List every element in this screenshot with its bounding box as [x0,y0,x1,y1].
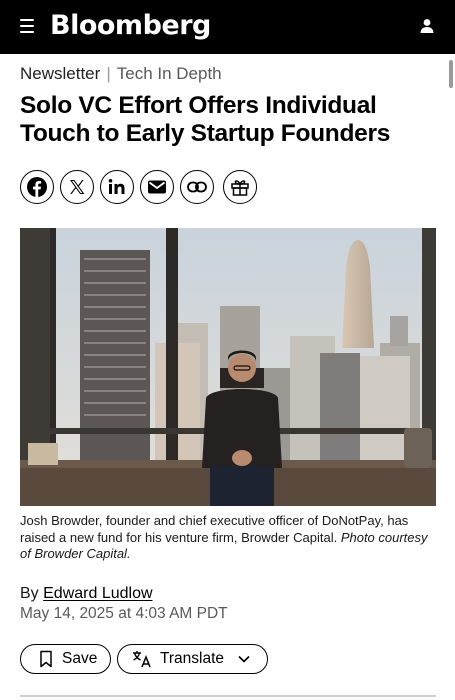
linkedin-icon [108,179,125,194]
kicker-separator: | [106,64,111,83]
translate-icon [133,651,151,668]
image-caption: Josh Browder, founder and chief executiv… [20,513,438,563]
gift-article-button[interactable] [223,170,257,204]
bookmark-icon [40,650,52,668]
share-facebook-button[interactable] [20,170,54,204]
translate-label: Translate [160,650,225,667]
menu-icon[interactable] [20,19,34,33]
byline: By Edward Ludlow [20,584,153,604]
top-navigation-bar: Bloomberg [0,0,455,54]
share-email-button[interactable] [140,170,174,204]
headline-line-2: Touch to Early Startup Founders [20,120,391,147]
share-x-button[interactable] [60,170,94,204]
link-icon [187,181,207,193]
publish-date: May 14, 2025 at 4:03 AM PDT [20,605,228,622]
bloomberg-logo[interactable]: Bloomberg [50,10,211,42]
kicker-series-link[interactable]: Tech In Depth [117,64,222,83]
byline-prefix: By [20,585,44,602]
headline-line-1: Solo VC Effort Offers Individual [20,92,377,119]
save-button[interactable]: Save [20,644,111,674]
section-divider [20,695,436,697]
author-link[interactable]: Edward Ludlow [43,585,152,602]
article-headline: Solo VC Effort Offers Individual Touch t… [20,92,440,148]
share-copy-link-button[interactable] [180,170,214,204]
email-icon [148,180,166,194]
article-hero-image [20,228,436,506]
article-kicker: Newsletter | Tech In Depth [20,64,222,84]
translate-button[interactable]: Translate [117,644,268,674]
x-icon [70,180,85,194]
gift-icon [231,180,249,196]
scrollbar-thumb[interactable] [449,60,453,88]
save-label: Save [62,650,98,667]
facebook-icon [27,177,47,197]
account-icon[interactable] [417,16,437,36]
share-linkedin-button[interactable] [100,170,134,204]
chevron-down-icon [238,655,250,663]
kicker-newsletter-link[interactable]: Newsletter [20,64,100,83]
